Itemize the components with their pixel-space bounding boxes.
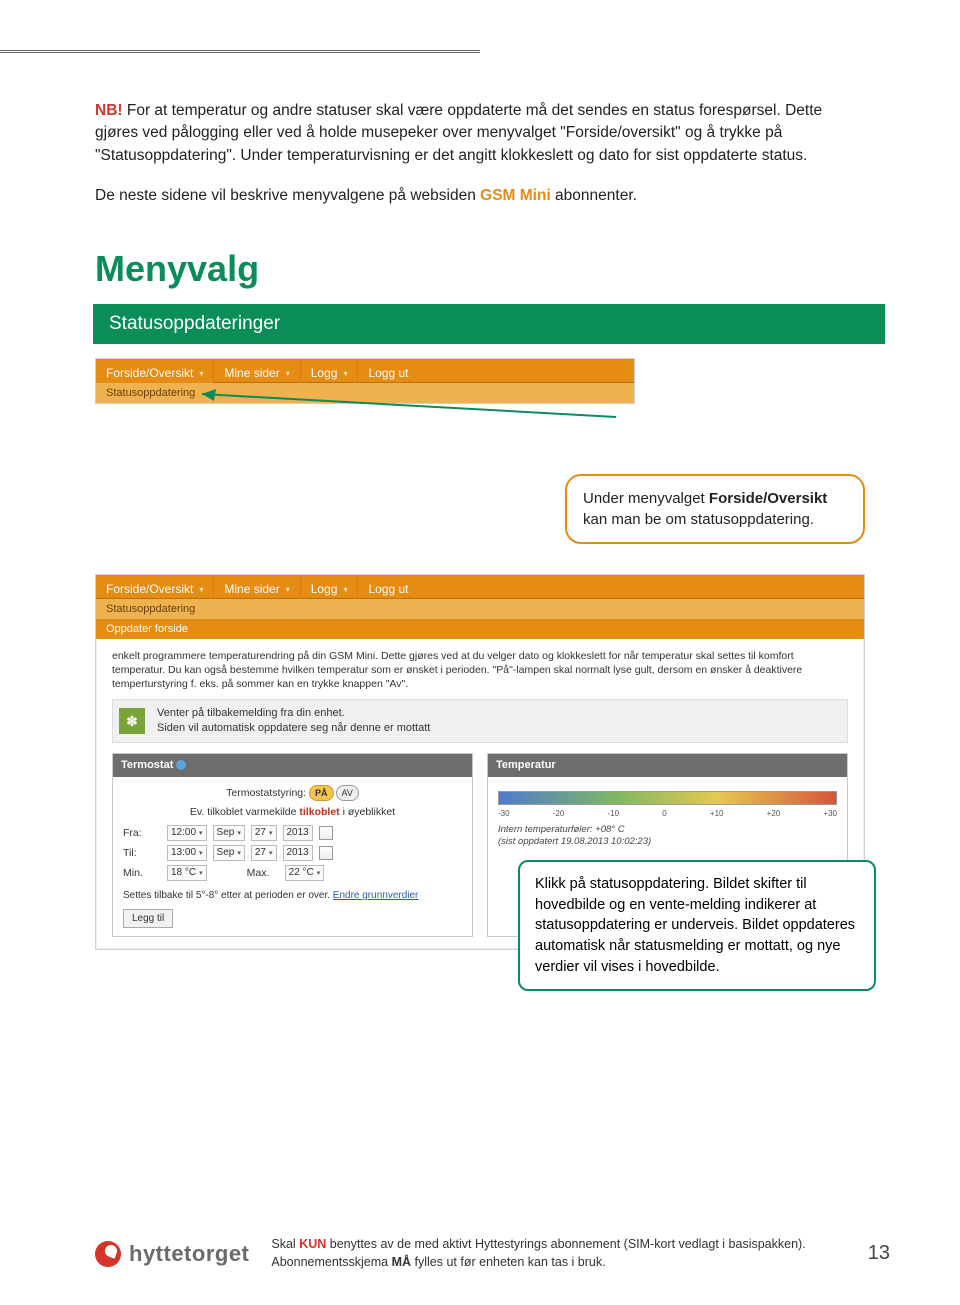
brand-logo: hyttetorget <box>95 1241 249 1267</box>
nav2-mine-sider[interactable]: Mine sider▾ <box>214 575 300 599</box>
thermostat-panel: Termostat Termostatstyring: PÅ AV Ev. ti… <box>112 753 473 937</box>
gsm-mini-label: GSM Mini <box>480 187 551 204</box>
nav2-logg[interactable]: Logg▾ <box>301 575 359 599</box>
chevron-down-icon: ▾ <box>343 585 347 594</box>
page-footer: hyttetorget Skal KUN benyttes av de med … <box>95 1236 890 1271</box>
callout-forside-oversikt: Under menyvalget Forside/Oversikt kan ma… <box>565 474 865 544</box>
intro-paragraph-2: De neste sidene vil beskrive menyvalgene… <box>95 185 865 207</box>
submenu-statusoppdatering[interactable]: Statusoppdatering <box>96 383 634 403</box>
til-time-select[interactable]: 13:00▾ <box>167 845 207 861</box>
til-day-select[interactable]: 27▾ <box>251 845 277 861</box>
chevron-down-icon: ▾ <box>199 585 203 594</box>
chevron-down-icon: ▾ <box>199 369 203 378</box>
nav-forside[interactable]: Forside/Oversikt▾ <box>96 359 214 383</box>
temperature-ticks: -30-20-100+10+20+30 <box>498 809 837 820</box>
chevron-down-icon: ▾ <box>343 369 347 378</box>
submenu-statusoppdatering-2[interactable]: Statusoppdatering <box>96 599 864 619</box>
nav2-forside[interactable]: Forside/Oversikt▾ <box>96 575 214 599</box>
fra-day-select[interactable]: 27▾ <box>251 825 277 841</box>
temperature-panel-title: Temperatur <box>488 754 847 777</box>
statusoppdateringer-banner: Statusoppdateringer <box>93 304 885 344</box>
til-month-select[interactable]: Sep▾ <box>213 845 245 861</box>
fra-month-select[interactable]: Sep▾ <box>213 825 245 841</box>
fra-year-select[interactable]: 2013 <box>283 825 313 841</box>
thermostat-panel-title: Termostat <box>113 754 472 777</box>
logo-icon <box>95 1241 121 1267</box>
temperature-info: Intern temperaturføler: +08° C (sist opp… <box>498 824 837 849</box>
legg-til-button[interactable]: Legg til <box>123 909 173 929</box>
page-description: enkelt programmere temperaturendring på … <box>112 649 848 692</box>
varmekilde-row: Ev. tilkoblet varmekilde tilkoblet i øye… <box>123 805 462 819</box>
endre-grunnverdier-link[interactable]: Endre grunnverdier <box>333 890 419 901</box>
thermostat-note: Settes tilbake til 5°-8° etter at period… <box>123 889 462 903</box>
calendar-icon[interactable] <box>319 846 333 860</box>
intro-text-2b: abonnenter. <box>551 187 637 204</box>
til-row: Til: 13:00▾ Sep▾ 27▾ 2013 <box>123 845 462 861</box>
nav-mine-sider[interactable]: Mine sider▾ <box>214 359 300 383</box>
wait-message-row: ✽ Venter på tilbakemelding fra din enhet… <box>112 699 848 743</box>
intro-text-2a: De neste sidene vil beskrive menyvalgene… <box>95 187 480 204</box>
intro-text-1: For at temperatur og andre statuser skal… <box>95 102 822 164</box>
til-year-select[interactable]: 2013 <box>283 845 313 861</box>
footer-note: Skal KUN benyttes av de med aktivt Hytte… <box>271 1236 845 1271</box>
temperature-scale <box>498 791 837 805</box>
screenshot-small: Forside/Oversikt▾ Mine sider▾ Logg▾ Logg… <box>95 358 635 404</box>
nb-label: NB! <box>95 102 123 119</box>
nav2-logg-ut[interactable]: Logg ut <box>358 575 418 599</box>
calendar-icon[interactable] <box>319 826 333 840</box>
nav-logg[interactable]: Logg▾ <box>301 359 359 383</box>
chevron-down-icon: ▾ <box>286 585 290 594</box>
brand-name: hyttetorget <box>129 1241 249 1267</box>
nav-logg-ut[interactable]: Logg ut <box>358 359 418 383</box>
menyvalg-heading: Menyvalg <box>95 248 865 290</box>
max-temp-select[interactable]: 22 °C▾ <box>285 865 325 881</box>
thermostat-styring-row: Termostatstyring: PÅ AV <box>123 785 462 801</box>
page-number: 13 <box>868 1242 890 1265</box>
page-header-rule <box>0 50 480 53</box>
intro-paragraph-1: NB! For at temperatur og andre statuser … <box>95 100 865 167</box>
wait-line-1: Venter på tilbakemelding fra din enhet. <box>157 706 430 721</box>
callout-statusoppdatering: Klikk på statusoppdatering. Bildet skift… <box>518 860 876 991</box>
nav-bar-2: Forside/Oversikt▾ Mine sider▾ Logg▾ Logg… <box>96 575 864 599</box>
min-max-row: Min. 18 °C▾ Max. 22 °C▾ <box>123 865 462 881</box>
nav-bar: Forside/Oversikt▾ Mine sider▾ Logg▾ Logg… <box>96 359 634 383</box>
wait-line-2: Siden vil automatisk oppdatere seg når d… <box>157 721 430 736</box>
refresh-icon: ✽ <box>119 708 145 734</box>
thermostat-toggle[interactable]: PÅ AV <box>309 785 359 801</box>
fra-row: Fra: 12:00▾ Sep▾ 27▾ 2013 <box>123 825 462 841</box>
oppdater-forside-bar[interactable]: Oppdater forside <box>96 619 864 639</box>
info-icon[interactable] <box>176 760 186 770</box>
min-temp-select[interactable]: 18 °C▾ <box>167 865 207 881</box>
chevron-down-icon: ▾ <box>286 369 290 378</box>
fra-time-select[interactable]: 12:00▾ <box>167 825 207 841</box>
